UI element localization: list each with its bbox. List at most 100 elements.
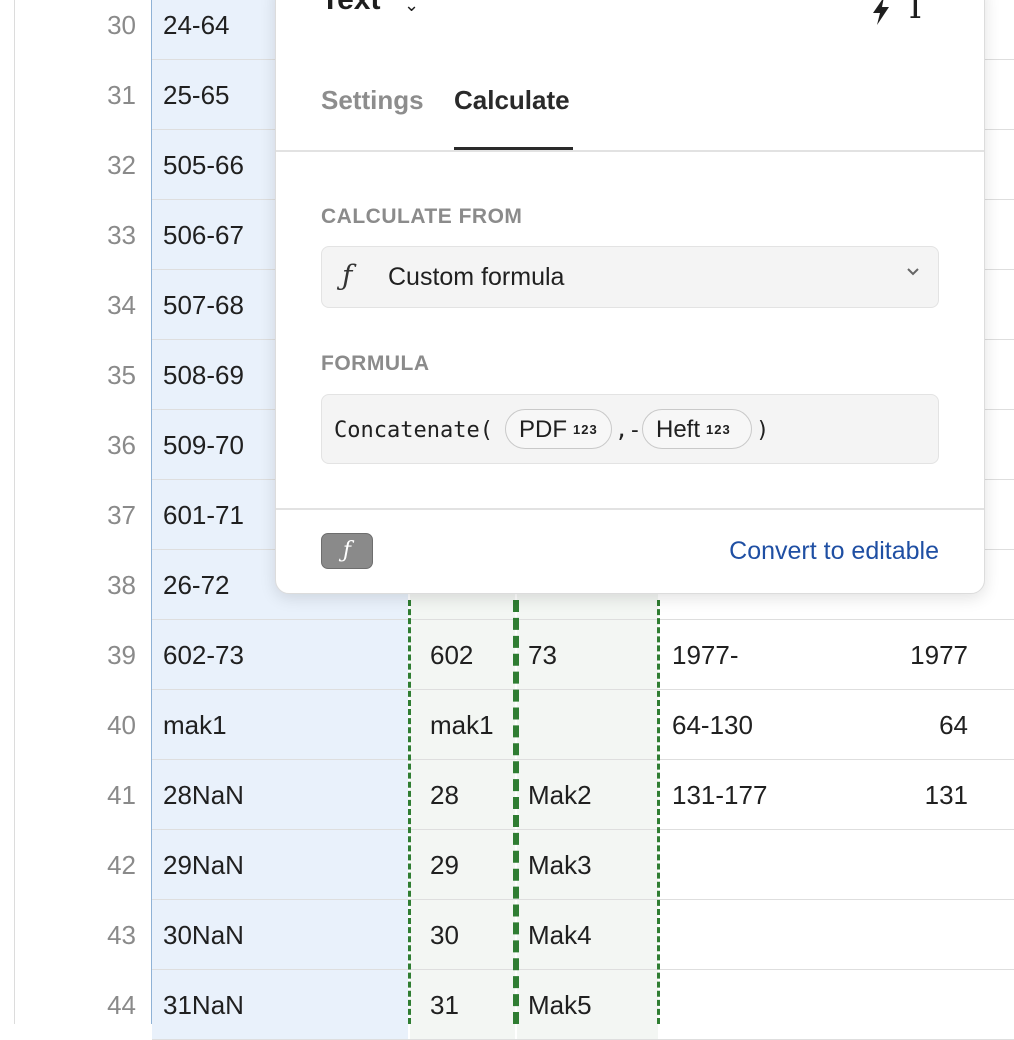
calculate-from-select[interactable]: ƒ Custom formula — [321, 246, 939, 308]
formula-separator: ,- — [615, 418, 642, 443]
field-chip-pdf[interactable]: PDF 123 — [505, 409, 612, 449]
cell-text: 508-69 — [163, 360, 244, 390]
cell-text: 505-66 — [163, 150, 244, 180]
cell-text: 507-68 — [163, 290, 244, 320]
cell-text: 25-65 — [163, 80, 230, 110]
cell-column-a[interactable]: 28NaN — [152, 760, 408, 830]
cell-column-a[interactable]: 31NaN — [152, 970, 408, 1040]
cell-text: 30 — [430, 920, 459, 950]
cell-text: Mak3 — [528, 850, 592, 880]
table-row: 40 mak1 mak1 64-130 64 — [0, 690, 1014, 760]
cell-text: 31 — [430, 990, 459, 1020]
chevron-down-icon[interactable]: ⌄ — [404, 0, 419, 16]
formula-label: FORMULA — [321, 352, 430, 375]
chevron-down-icon — [907, 268, 919, 276]
cell-column-c[interactable]: Mak5 — [517, 970, 658, 1040]
cell-column-b[interactable]: 28 — [410, 760, 515, 830]
function-icon: ƒ — [342, 259, 353, 292]
cell-text: 31NaN — [163, 990, 244, 1020]
row-number: 39 — [107, 640, 136, 670]
cell-column-b[interactable]: mak1 — [410, 690, 515, 760]
table-row: 42 29NaN 29 Mak3 — [0, 830, 1014, 900]
field-chip-heft[interactable]: Heft 123 — [642, 409, 752, 449]
table-row: 43 30NaN 30 Mak4 — [0, 900, 1014, 970]
row-number: 38 — [107, 570, 136, 600]
cell-column-e[interactable]: 64 — [939, 690, 968, 760]
cell-text: mak1 — [163, 710, 227, 740]
convert-to-editable-link[interactable]: Convert to editable — [729, 537, 939, 566]
cell-text: 602 — [430, 640, 474, 670]
cell-text: Mak5 — [528, 990, 592, 1020]
cell-text: 602-73 — [163, 640, 244, 670]
row-number: 35 — [107, 360, 136, 390]
table-row: 41 28NaN 28 Mak2 131-177 131 — [0, 760, 1014, 830]
row-number: 31 — [107, 80, 136, 110]
formula-function: Concatenate( — [334, 418, 493, 443]
number-type-icon: 123 — [706, 422, 731, 437]
row-number: 43 — [107, 920, 136, 950]
cell-text: Mak2 — [528, 780, 592, 810]
row-number: 42 — [107, 850, 136, 880]
text-type-icon: T — [904, 0, 927, 27]
bolt-icon[interactable] — [870, 0, 892, 25]
cell-column-c[interactable]: Mak3 — [517, 830, 658, 900]
cell-text: mak1 — [430, 710, 494, 740]
formula-badge[interactable]: ƒ — [321, 533, 373, 569]
cell-text: Mak4 — [528, 920, 592, 950]
cell-text: 509-70 — [163, 430, 244, 460]
cell-column-b[interactable]: 31 — [410, 970, 515, 1040]
cell-column-d[interactable]: 1977- — [672, 620, 739, 690]
cell-text: 506-67 — [163, 220, 244, 250]
calculate-from-value: Custom formula — [388, 263, 565, 291]
cell-column-c[interactable] — [517, 690, 658, 760]
cell-text: 29 — [430, 850, 459, 880]
cell-column-e[interactable]: 1977 — [910, 620, 968, 690]
cell-text: 601-71 — [163, 500, 244, 530]
table-row: 44 31NaN 31 Mak5 — [0, 970, 1014, 1040]
cell-column-c[interactable]: 73 — [517, 620, 658, 690]
column-c-left-dashed-border — [513, 600, 519, 1024]
cell-column-a[interactable]: 29NaN — [152, 830, 408, 900]
cell-column-b[interactable]: 602 — [410, 620, 515, 690]
cell-column-d[interactable]: 64-130 — [672, 690, 753, 760]
field-chip-label: Heft — [656, 416, 701, 443]
row-number: 32 — [107, 150, 136, 180]
row-number: 36 — [107, 430, 136, 460]
row-number: 34 — [107, 290, 136, 320]
field-settings-popover: Text ⌄ T Settings Calculate CALCULATE FR… — [275, 0, 985, 594]
cell-column-c[interactable]: Mak2 — [517, 760, 658, 830]
field-chip-label: PDF — [519, 416, 567, 443]
column-a-border — [151, 0, 152, 1024]
cell-column-b[interactable]: 30 — [410, 900, 515, 970]
footer-divider — [276, 508, 984, 510]
cell-column-a[interactable]: mak1 — [152, 690, 408, 760]
tab-settings[interactable]: Settings — [321, 85, 424, 116]
field-type-title[interactable]: Text — [321, 0, 380, 17]
tab-divider — [276, 150, 984, 152]
cell-text: 28NaN — [163, 780, 244, 810]
tab-calculate[interactable]: Calculate — [454, 85, 570, 116]
column-b-left-dashed-border — [408, 600, 411, 1024]
cell-text: 26-72 — [163, 570, 230, 600]
cell-column-e[interactable]: 131 — [925, 760, 968, 830]
cell-text: 73 — [528, 640, 557, 670]
formula-close-paren: ) — [756, 418, 770, 443]
cell-text: 28 — [430, 780, 459, 810]
cell-text: 24-64 — [163, 10, 230, 40]
table-row: 39 602-73 602 73 1977- 1977 — [0, 620, 1014, 690]
column-d-left-dashed-border — [657, 600, 660, 1024]
row-number: 40 — [107, 710, 136, 740]
row-number: 33 — [107, 220, 136, 250]
number-type-icon: 123 — [573, 422, 598, 437]
cell-column-b[interactable]: 29 — [410, 830, 515, 900]
row-number: 44 — [107, 990, 136, 1020]
cell-column-a[interactable]: 602-73 — [152, 620, 408, 690]
formula-editor[interactable]: Concatenate( PDF 123 ,- Heft 123 ) — [321, 394, 939, 464]
cell-text: 29NaN — [163, 850, 244, 880]
row-number: 37 — [107, 500, 136, 530]
cell-column-a[interactable]: 30NaN — [152, 900, 408, 970]
cell-column-c[interactable]: Mak4 — [517, 900, 658, 970]
row-number: 30 — [107, 10, 136, 40]
cell-column-d[interactable]: 131-177 — [672, 760, 767, 830]
cell-text: 30NaN — [163, 920, 244, 950]
